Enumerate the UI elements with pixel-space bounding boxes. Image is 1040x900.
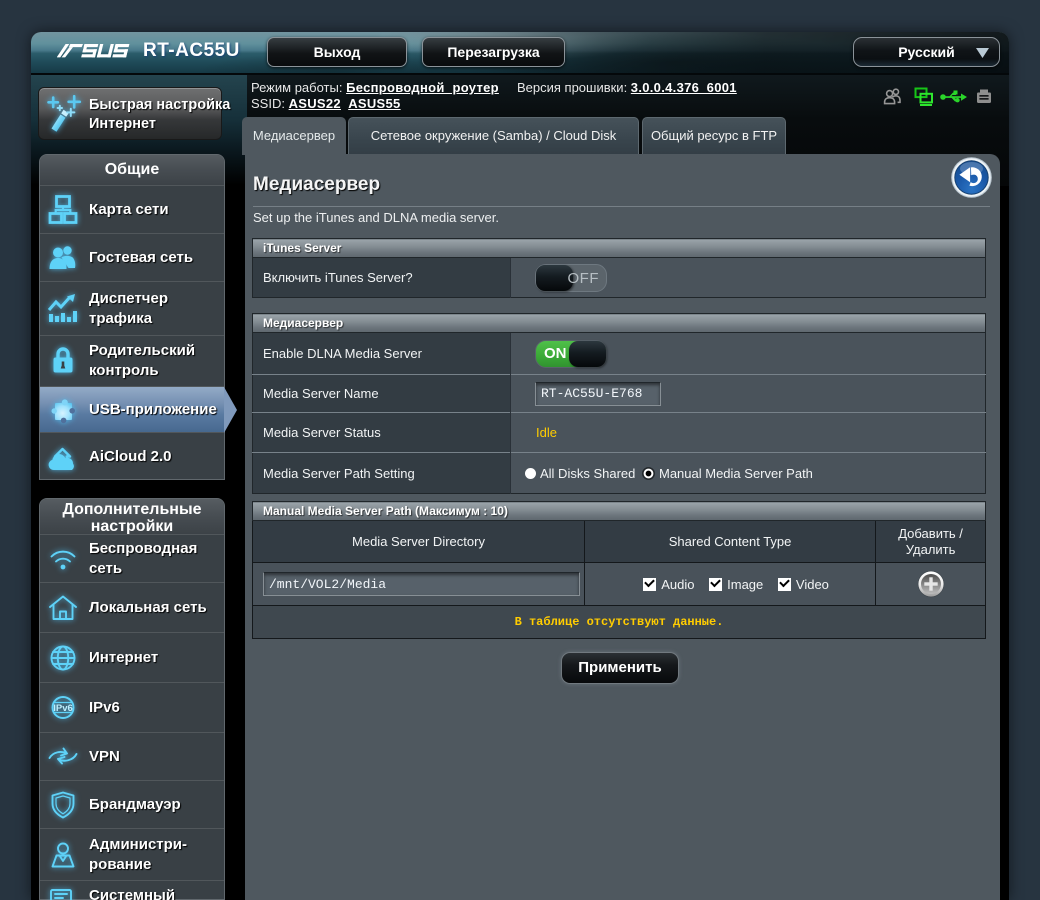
svg-text:IPv6: IPv6 <box>53 703 73 714</box>
